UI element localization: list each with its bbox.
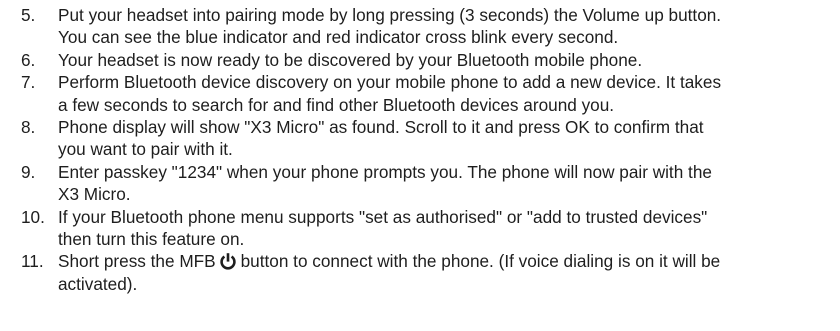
step-line: Your headset is now ready to be discover… bbox=[58, 49, 643, 70]
step-line: If your Bluetooth phone menu supports "s… bbox=[58, 206, 708, 227]
step-line: X3 Micro. bbox=[58, 184, 131, 205]
list-item: 10. If your Bluetooth phone menu support… bbox=[21, 206, 832, 251]
list-item: 6. Your headset is now ready to be disco… bbox=[21, 49, 832, 71]
step-number: 6. bbox=[21, 49, 36, 70]
step-line: Perform Bluetooth device discovery on yo… bbox=[58, 72, 722, 93]
step-number: 11. bbox=[21, 251, 44, 272]
step-line: you want to pair with it. bbox=[58, 139, 233, 160]
step-line: Enter passkey "1234" when your phone pro… bbox=[58, 161, 712, 182]
list-item: 9. Enter passkey "1234" when your phone … bbox=[21, 161, 832, 206]
step-number: 10. bbox=[21, 206, 45, 227]
list-item: 11. Short press the MFB button to connect… bbox=[21, 250, 832, 295]
power-icon bbox=[219, 252, 237, 271]
step-text: Phone display will show "X3 Micro" as fo… bbox=[58, 116, 832, 161]
instruction-list: 5. Put your headset into pairing mode by… bbox=[21, 4, 832, 295]
step-line: Put your headset into pairing mode by lo… bbox=[58, 5, 722, 25]
step-text: If your Bluetooth phone menu supports "s… bbox=[58, 206, 832, 251]
step-line: a few seconds to search for and find oth… bbox=[58, 94, 615, 115]
step-number: 7. bbox=[21, 72, 36, 93]
step-number: 9. bbox=[21, 161, 36, 182]
step-text: Your headset is now ready to be discover… bbox=[58, 49, 832, 71]
step-text-after-icon: button to connect with the phone. (If vo… bbox=[240, 251, 721, 272]
step-line: You can see the blue indicator and red i… bbox=[58, 27, 619, 48]
step-line: activated). bbox=[58, 273, 138, 294]
step-text: Put your headset into pairing mode by lo… bbox=[58, 4, 832, 49]
step-line: Short press the MFB button to connect wit… bbox=[58, 250, 832, 272]
list-item: 5. Put your headset into pairing mode by… bbox=[21, 4, 832, 49]
list-item: 7. Perform Bluetooth device discovery on… bbox=[21, 71, 832, 116]
step-text-before-icon: Short press the MFB bbox=[58, 251, 216, 272]
step-text: Enter passkey "1234" when your phone pro… bbox=[58, 161, 832, 206]
step-text: Perform Bluetooth device discovery on yo… bbox=[58, 71, 832, 116]
step-line: Phone display will show "X3 Micro" as fo… bbox=[58, 117, 704, 138]
list-item: 8. Phone display will show "X3 Micro" as… bbox=[21, 116, 832, 161]
step-line: then turn this feature on. bbox=[58, 229, 245, 250]
step-text: Short press the MFB button to connect wit… bbox=[58, 250, 832, 295]
step-number: 5. bbox=[21, 5, 36, 25]
step-number: 8. bbox=[21, 117, 36, 138]
